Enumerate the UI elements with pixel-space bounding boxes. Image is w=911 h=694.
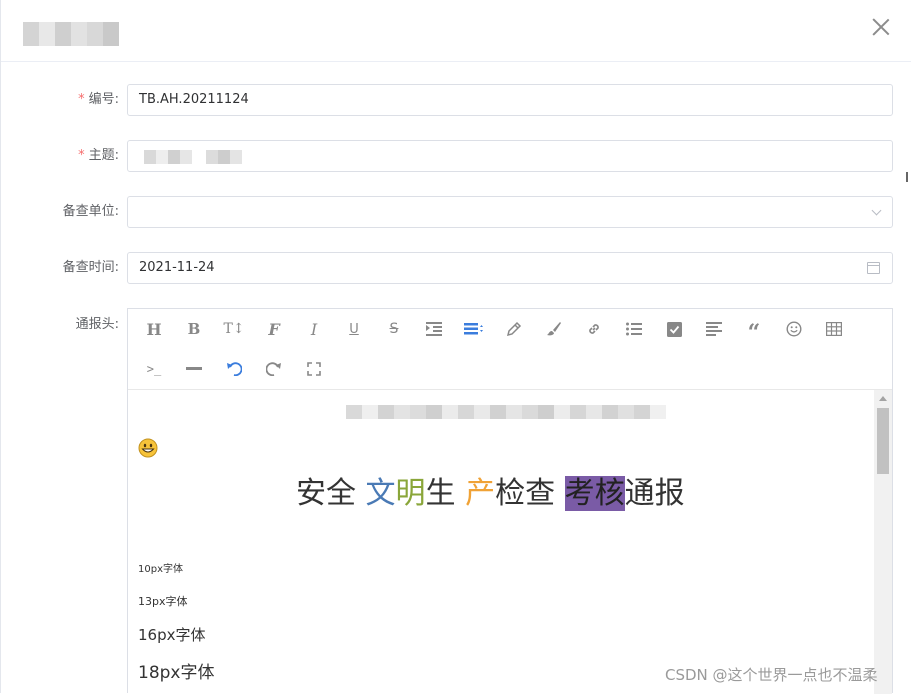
font-icon[interactable]: F [264,319,284,339]
edge-mark [906,172,911,182]
date-value: 2021-11-24 [139,260,215,275]
fullscreen-icon[interactable] [304,359,324,379]
brush-icon[interactable] [544,319,564,339]
headline-part: 生 [425,476,466,511]
indent-icon[interactable] [424,319,444,339]
headline-part-blue: 文 [365,476,396,511]
text-10px: 10px字体 [138,564,183,575]
watermark: CSDN @这个世界一点也不温柔 [665,666,878,684]
scroll-up-icon[interactable] [879,396,887,401]
calendar-icon [867,262,880,274]
heading-icon[interactable]: H [144,319,164,339]
headline-part-highlight: 考核 [564,476,625,511]
form-row-time: 备查时间: 2021-11-24 [1,252,911,284]
headline-part: 通报 [624,476,685,511]
headline-text: 安全 文明生 产检查 考核通报 [296,474,685,514]
dialog: * 编号: TB.AH.20211124 * 主题: 备查单位: 备查时间: 202… [0,0,911,694]
dialog-header [1,0,911,62]
chevron-down-icon [871,205,882,216]
unit-label: 备查单位: [62,204,119,219]
required-mark: * [78,92,85,107]
headline-part-green: 明 [395,476,426,511]
redo-icon[interactable] [264,359,284,379]
justify-icon[interactable] [704,319,724,339]
subject-label: * 主题: [78,140,119,172]
editor-scrollbar[interactable] [874,390,892,694]
text-18px: 18px字体 [138,663,215,683]
scroll-thumb[interactable] [877,408,889,474]
close-icon[interactable] [869,15,893,39]
subject-input[interactable] [127,140,893,172]
header-label: 通报头: [75,317,119,332]
list-icon[interactable] [624,319,644,339]
pen-icon[interactable] [504,319,524,339]
code-label: * 编号: [78,84,119,116]
unit-select[interactable] [127,196,893,228]
checkbox-icon[interactable] [664,319,684,339]
code-label-text: 编号: [88,92,119,107]
text-16px: 16px字体 [138,626,206,644]
hr-icon[interactable] [184,359,204,379]
code-input[interactable]: TB.AH.20211124 [127,84,893,116]
subject-value-redacted [144,150,242,164]
text-size-icon[interactable]: T↕ [223,319,244,339]
code-icon[interactable]: >_ [144,359,164,379]
table-icon[interactable] [824,319,844,339]
form-row-unit: 备查单位: [1,196,911,228]
headline-part: 安全 [296,476,366,511]
text-13px: 13px字体 [138,595,188,608]
time-label: 备查时间: [62,260,119,275]
editor-content[interactable]: 安全 文明生 产检查 考核通报 10px字体 13px字体 16px字体 18p… [128,390,874,694]
editor-toolbar: H B T↕ F I U S “ >_ [128,309,892,390]
grinning-emoji-icon [138,438,158,458]
form-row-code: * 编号: TB.AH.20211124 [1,84,911,116]
headline-part-orange: 产 [465,476,496,511]
emoji-icon[interactable] [784,319,804,339]
dialog-title-redacted [23,22,119,46]
date-input[interactable]: 2021-11-24 [127,252,893,284]
rich-text-editor: H B T↕ F I U S “ >_ 安全 文明生 产检查 考核通报 10px… [127,308,893,694]
headline-part: 检查 [495,476,565,511]
bold-icon[interactable]: B [184,319,204,339]
link-icon[interactable] [584,319,604,339]
required-mark: * [78,148,85,163]
underline-icon[interactable]: U [344,319,364,339]
subject-label-text: 主题: [88,148,119,163]
undo-icon[interactable] [224,359,244,379]
italic-icon[interactable]: I [304,319,324,339]
align-icon[interactable] [464,319,484,339]
quote-icon[interactable]: “ [744,319,764,344]
form-row-subject: * 主题: [1,140,911,172]
strikethrough-icon[interactable]: S [384,319,404,339]
content-line-redacted [346,405,666,419]
